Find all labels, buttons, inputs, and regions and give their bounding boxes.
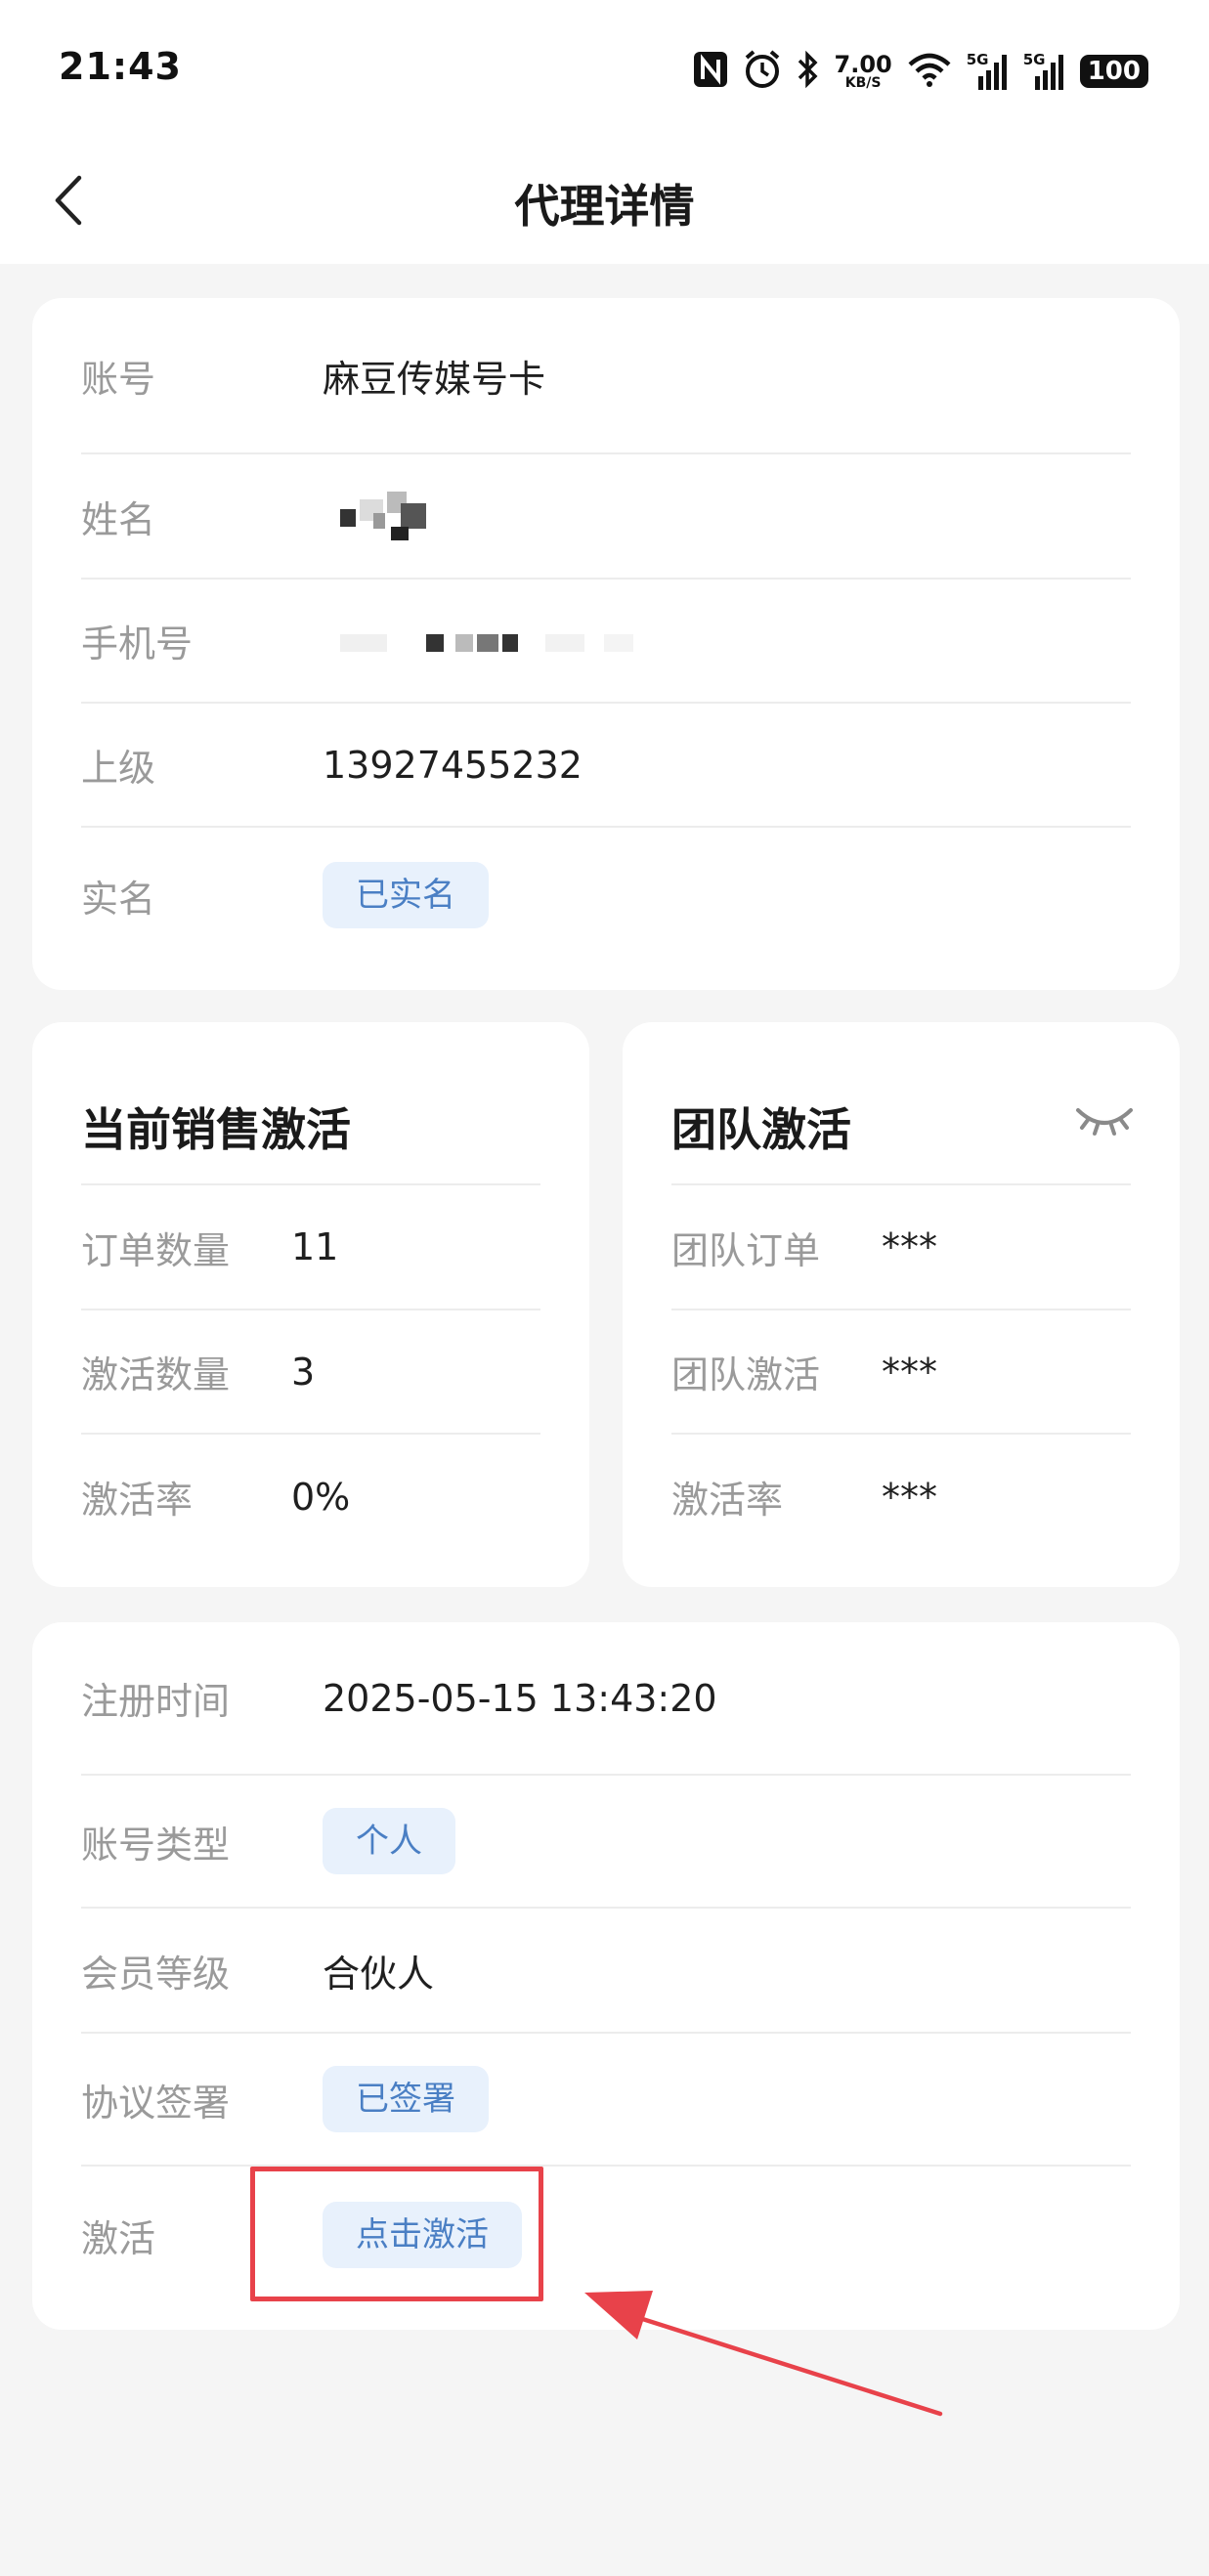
team-activation-card: 团队激活 团队订单 *** 团队激活 *** 激活率 *** — [623, 1022, 1180, 1587]
agreement-status-badge: 已签署 — [323, 2066, 489, 2132]
member-level-value: 合伙人 — [323, 1952, 435, 1996]
status-bar: 21:43 7.00 KB/S 5G 5G 100 — [0, 0, 1209, 142]
team-orders-row: 团队订单 *** — [671, 1185, 1131, 1310]
phone-label: 手机号 — [81, 623, 194, 665]
nav-bar: 代理详情 — [0, 142, 1209, 264]
member-level-row: 会员等级 合伙人 — [81, 1909, 1131, 2034]
rate-label: 激活率 — [81, 1479, 194, 1522]
speed-value: 7.00 — [834, 51, 892, 78]
account-label: 账号 — [81, 357, 156, 401]
account-value: 麻豆传媒号卡 — [323, 357, 546, 401]
account-type-badge: 个人 — [323, 1808, 455, 1874]
page-title: 代理详情 — [514, 180, 695, 233]
rate-value: 0% — [291, 1475, 351, 1519]
team-rate-label: 激活率 — [671, 1479, 784, 1522]
phone-value-masked — [340, 628, 653, 658]
network-speed: 7.00 KB/S — [835, 53, 892, 90]
orders-label: 订单数量 — [81, 1228, 231, 1272]
speed-unit: KB/S — [844, 75, 882, 91]
signal-5g-icon-2: 5G — [1023, 51, 1066, 92]
agreement-label: 协议签署 — [81, 2081, 231, 2125]
team-rate-value: *** — [882, 1475, 937, 1519]
info-card: 注册时间 2025-05-15 13:43:20 账号类型 个人 会员等级 合伙… — [32, 1622, 1180, 2330]
sales-header-divider — [81, 1022, 540, 1185]
team-orders-label: 团队订单 — [671, 1228, 821, 1272]
rate-row: 激活率 0% — [81, 1435, 540, 1559]
account-type-label: 账号类型 — [81, 1823, 231, 1867]
member-level-label: 会员等级 — [81, 1952, 231, 1996]
register-time-value: 2025-05-15 13:43:20 — [323, 1676, 717, 1720]
superior-value: 13927455232 — [323, 743, 583, 787]
bluetooth-icon — [796, 49, 821, 94]
activations-label: 激活数量 — [81, 1353, 231, 1396]
realname-label: 实名 — [81, 877, 156, 921]
alarm-icon — [743, 49, 782, 94]
team-activations-row: 团队激活 *** — [671, 1310, 1131, 1435]
highlight-box — [250, 2167, 543, 2301]
nfc-icon — [692, 50, 729, 93]
account-type-row: 账号类型 个人 — [81, 1776, 1131, 1909]
team-rate-row: 激活率 *** — [671, 1435, 1131, 1559]
status-time: 21:43 — [59, 45, 182, 88]
team-activations-label: 团队激活 — [671, 1353, 821, 1396]
wifi-icon — [906, 51, 953, 92]
signal-5g-icon-1: 5G — [967, 51, 1010, 92]
register-time-label: 注册时间 — [81, 1680, 231, 1723]
status-icons: 7.00 KB/S 5G 5G 100 — [692, 49, 1148, 94]
sales-activation-card: 当前销售激活 订单数量 11 激活数量 3 激活率 0% — [32, 1022, 589, 1587]
realname-status-badge: 已实名 — [323, 862, 489, 928]
team-activations-value: *** — [882, 1350, 937, 1394]
team-orders-value: *** — [882, 1225, 937, 1268]
register-time-row: 注册时间 2025-05-15 13:43:20 — [81, 1622, 1131, 1776]
name-row: 姓名 — [81, 454, 1131, 580]
top-bar: 21:43 7.00 KB/S 5G 5G 100 代理详情 — [0, 0, 1209, 264]
orders-row: 订单数量 11 — [81, 1185, 540, 1310]
battery-indicator: 100 — [1079, 54, 1148, 89]
account-card: 账号 麻豆传媒号卡 姓名 手机号 上级 13927455232 实名 已实名 — [32, 298, 1180, 990]
orders-value: 11 — [291, 1225, 339, 1268]
realname-row: 实名 已实名 — [81, 828, 1131, 963]
activations-value: 3 — [291, 1350, 316, 1394]
activations-row: 激活数量 3 — [81, 1310, 540, 1435]
name-value-masked — [340, 492, 448, 546]
phone-row: 手机号 — [81, 580, 1131, 704]
name-label: 姓名 — [81, 497, 156, 541]
activate-label: 激活 — [81, 2216, 156, 2260]
superior-row: 上级 13927455232 — [81, 704, 1131, 828]
agreement-row: 协议签署 已签署 — [81, 2034, 1131, 2167]
annotation-arrow — [584, 2291, 943, 2417]
account-row: 账号 麻豆传媒号卡 — [81, 298, 1131, 454]
superior-label: 上级 — [81, 747, 156, 790]
team-header-divider — [671, 1022, 1131, 1185]
